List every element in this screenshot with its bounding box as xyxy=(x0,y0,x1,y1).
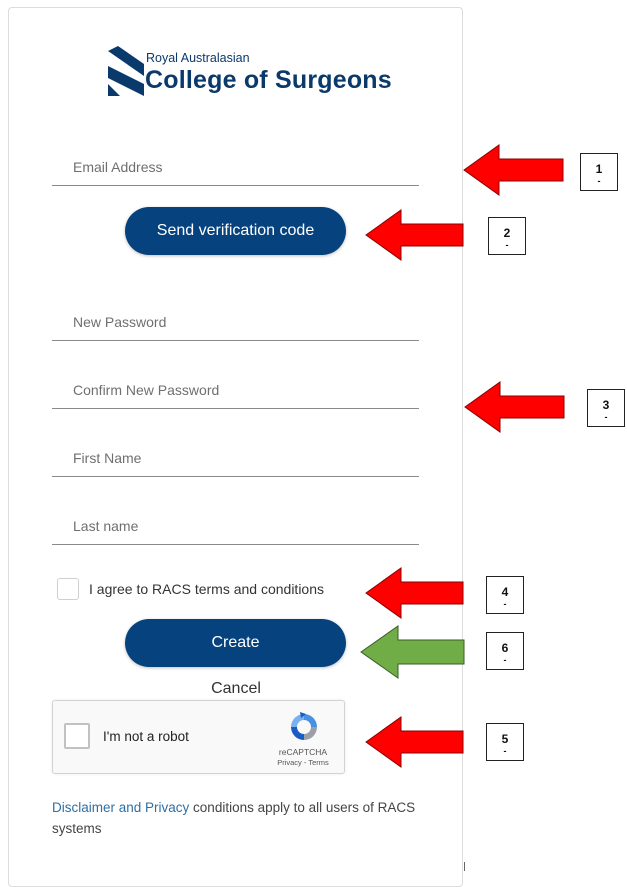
arrow-6-icon xyxy=(360,625,465,679)
terms-label: I agree to RACS terms and conditions xyxy=(89,581,325,597)
annotation-number: 4 xyxy=(501,585,509,599)
recaptcha-label: I'm not a robot xyxy=(103,729,189,744)
last-name-field[interactable] xyxy=(52,508,419,544)
recaptcha-logo-icon xyxy=(291,712,317,740)
annotation-box-4: 4 - xyxy=(486,576,524,614)
annotation-number: 1 xyxy=(595,162,603,176)
recaptcha-brand: reCAPTCHA xyxy=(278,747,328,757)
annotation-box-2: 2 - xyxy=(488,217,526,255)
first-name-field[interactable] xyxy=(52,440,419,476)
last-name-field-container xyxy=(52,508,419,545)
annotation-number: 6 xyxy=(501,641,509,655)
annotation-mark: - xyxy=(604,412,608,422)
terms-checkbox[interactable] xyxy=(57,578,79,600)
logo-line-1: Royal Australasian xyxy=(146,51,250,65)
recaptcha-checkbox[interactable] xyxy=(64,723,90,749)
email-field[interactable] xyxy=(52,149,419,185)
arrow-1-icon xyxy=(463,144,564,196)
arrow-3-icon xyxy=(464,381,565,433)
annotation-mark: - xyxy=(503,655,507,665)
new-password-field-container xyxy=(52,304,419,341)
annotation-number: 3 xyxy=(602,398,610,412)
edge-tick xyxy=(464,862,465,871)
annotation-number: 5 xyxy=(501,732,509,746)
annotation-number: 2 xyxy=(503,226,511,240)
logo-line-2: College of Surgeons xyxy=(145,66,392,94)
annotation-box-1: 1 - xyxy=(580,153,618,191)
arrow-4-icon xyxy=(365,567,464,619)
terms-row: I agree to RACS terms and conditions xyxy=(57,577,324,601)
annotation-box-6: 6 - xyxy=(486,632,524,670)
arrow-2-icon xyxy=(365,209,464,261)
recaptcha-widget: I'm not a robot reCAPTCHA Privacy - Term… xyxy=(52,700,345,774)
first-name-field-container xyxy=(52,440,419,477)
recaptcha-privacy-terms[interactable]: Privacy - Terms xyxy=(271,758,335,767)
annotation-mark: - xyxy=(503,746,507,756)
cancel-link[interactable]: Cancel xyxy=(0,680,472,698)
annotation-mark: - xyxy=(505,240,509,250)
annotation-box-5: 5 - xyxy=(486,723,524,761)
new-password-field[interactable] xyxy=(52,304,419,340)
annotation-mark: - xyxy=(503,599,507,609)
disclaimer-text: Disclaimer and Privacy conditions apply … xyxy=(52,797,427,839)
disclaimer-privacy-link[interactable]: Disclaimer and Privacy xyxy=(52,800,189,815)
create-button[interactable]: Create xyxy=(125,619,346,667)
confirm-password-field[interactable] xyxy=(52,372,419,408)
confirm-password-field-container xyxy=(52,372,419,409)
annotation-mark: - xyxy=(597,176,601,186)
email-field-container xyxy=(52,149,419,186)
arrow-5-icon xyxy=(365,716,464,768)
annotation-box-3: 3 - xyxy=(587,389,625,427)
send-verification-code-button[interactable]: Send verification code xyxy=(125,207,346,255)
